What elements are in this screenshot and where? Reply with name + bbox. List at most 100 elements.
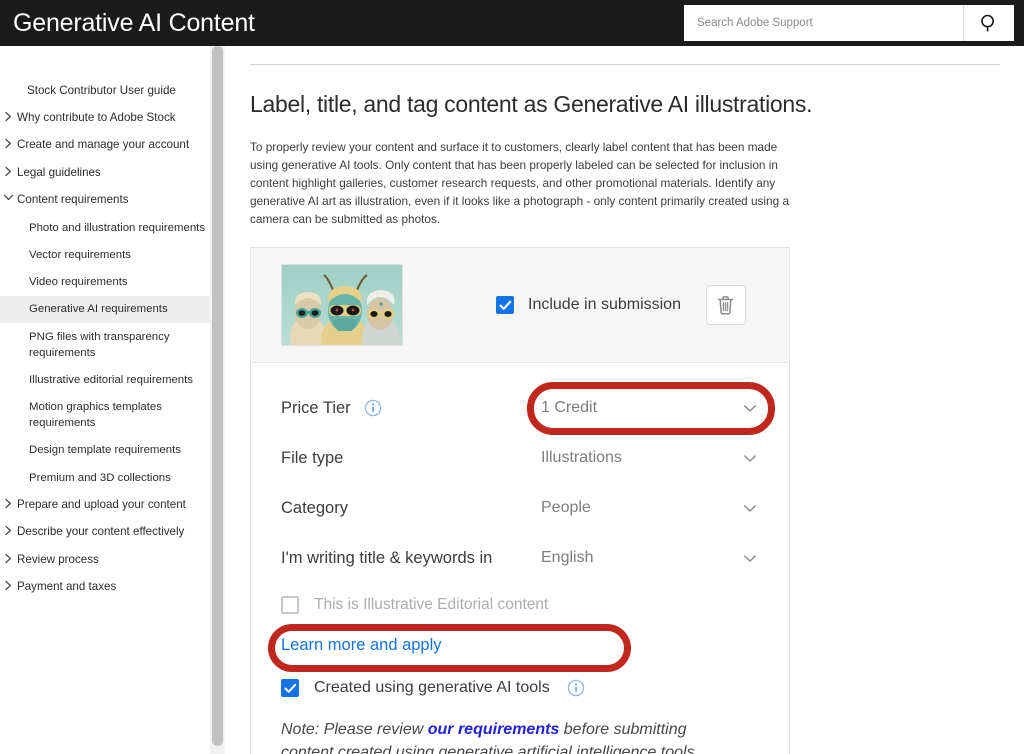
content-top-divider: [250, 64, 1000, 65]
chevron-down-icon[interactable]: [743, 504, 757, 513]
sidebar-item-label: Stock Contributor User guide: [27, 83, 176, 97]
sidebar-item-label: Content requirements: [17, 193, 129, 207]
sidebar-item-label: Payment and taxes: [17, 580, 117, 594]
sidebar-item-label: Legal guidelines: [17, 165, 101, 179]
sidebar-item-legal-guidelines[interactable]: Legal guidelines: [0, 159, 214, 186]
asset-thumbnail[interactable]: [281, 264, 403, 347]
field-label-file-type: File type: [281, 449, 541, 468]
search-bar[interactable]: [684, 5, 1014, 41]
chevron-right-icon[interactable]: [0, 110, 17, 122]
page-title: Label, title, and tag content as Generat…: [250, 91, 813, 117]
asset-card: Include in submission Price Tier 1 Credit…: [250, 247, 790, 754]
chevron-right-icon[interactable]: [0, 524, 17, 536]
chevron-down-icon: [744, 454, 756, 462]
main-content: Label, title, and tag content as Generat…: [226, 46, 1024, 754]
file-type-dropdown[interactable]: Illustrations: [541, 449, 789, 467]
asset-card-header: Include in submission: [251, 248, 789, 364]
search-input[interactable]: [684, 5, 963, 41]
sidebar-item-label: Create and manage your account: [17, 138, 190, 152]
generative-ai-checkbox[interactable]: [281, 679, 299, 698]
i-m-writing-title-keywords-in-dropdown-value: English: [541, 549, 594, 567]
illustrative-editorial-row[interactable]: This is Illustrative Editorial content: [251, 583, 789, 627]
sidebar-item-create-and-manage-your-account[interactable]: Create and manage your account: [0, 132, 214, 159]
delete-asset-button[interactable]: [705, 285, 746, 326]
sidebar-item-review-process[interactable]: Review process: [0, 546, 214, 573]
app-header: Generative AI Content: [0, 0, 1024, 46]
page-scrollbar-thumb[interactable]: [212, 46, 223, 746]
sidebar-item-payment-and-taxes[interactable]: Payment and taxes: [0, 574, 214, 601]
price-tier-dropdown[interactable]: 1 Credit: [541, 399, 789, 417]
field-row-price-tier: Price Tier 1 Credit: [251, 383, 789, 433]
page-header-title: Generative AI Content: [13, 8, 255, 37]
learn-more-and-apply-link[interactable]: Learn more and apply: [251, 636, 789, 655]
sidebar-item-motion-graphics-templates-requirements[interactable]: Motion graphics templates requirements: [0, 394, 214, 437]
sidebar-item-vector-requirements[interactable]: Vector requirements: [0, 241, 214, 268]
chevron-down-icon: [744, 554, 756, 562]
sidebar-navigation[interactable]: Stock Contributor User guide Why contribu…: [0, 46, 214, 754]
sidebar-item-label: Video requirements: [29, 276, 128, 289]
sidebar-item-content-requirements[interactable]: Content requirements: [0, 187, 214, 214]
generative-ai-checkbox-row[interactable]: Created using generative AI tools: [251, 673, 789, 703]
illustrative-editorial-label: This is Illustrative Editorial content: [314, 596, 549, 614]
chevron-down-icon[interactable]: [743, 554, 757, 563]
file-type-dropdown-value: Illustrations: [541, 449, 622, 467]
category-dropdown-value: People: [541, 499, 591, 517]
sidebar-item-illustrative-editorial-requirements[interactable]: Illustrative editorial requirements: [0, 366, 214, 393]
sidebar-item-label: Motion graphics templates requirements: [29, 401, 162, 430]
our-requirements-link[interactable]: our requirements: [428, 721, 560, 738]
note-prefix: Note: Please review: [281, 721, 428, 739]
sidebar-item-premium-and-3d-collections[interactable]: Premium and 3D collections: [0, 464, 214, 491]
chevron-right-icon[interactable]: [0, 552, 17, 564]
sidebar-item-prepare-and-upload-your-content[interactable]: Prepare and upload your content: [0, 491, 214, 518]
chevron-down-icon[interactable]: [743, 404, 757, 413]
sidebar-item-label: Review process: [17, 552, 99, 566]
chevron-right-icon[interactable]: [0, 165, 17, 177]
sidebar-item-generative-ai-requirements[interactable]: Generative AI requirements: [0, 295, 214, 324]
field-row-category: Category People: [251, 483, 789, 533]
sidebar-item-design-template-requirements[interactable]: Design template requirements: [0, 437, 214, 464]
price-tier-info-icon[interactable]: [364, 399, 382, 417]
field-label-price-tier: Price Tier: [281, 399, 541, 418]
info-icon: [567, 679, 584, 697]
asset-card-body: Price Tier 1 Credit File type Illustrations…: [251, 363, 789, 754]
field-label-text: Category: [281, 498, 348, 517]
chevron-down-icon[interactable]: [0, 192, 17, 202]
chevron-down-icon[interactable]: [743, 454, 757, 463]
sidebar-item-label: Generative AI requirements: [29, 303, 168, 316]
field-label-category: Category: [281, 499, 541, 518]
image-thumbnail-icon: [282, 265, 402, 346]
sidebar-item-label: Vector requirements: [29, 248, 131, 261]
sidebar-item-video-requirements[interactable]: Video requirements: [0, 269, 214, 296]
generative-ai-info-icon[interactable]: [567, 679, 585, 697]
generative-ai-label: Created using generative AI tools: [314, 679, 550, 697]
include-in-submission-label: Include in submission: [528, 296, 681, 314]
sidebar-item-label: Prepare and upload your content: [17, 497, 186, 511]
category-dropdown[interactable]: People: [541, 499, 789, 517]
i-m-writing-title-keywords-in-dropdown[interactable]: English: [541, 549, 789, 567]
field-row-i-m-writing-title-keywords-in: I'm writing title & keywords in English: [251, 533, 789, 583]
search-icon: [981, 14, 995, 32]
field-label-text: I'm writing title & keywords in: [281, 548, 493, 567]
sidebar-item-label: Premium and 3D collections: [29, 471, 171, 484]
sidebar-item-stock-contributor-user-guide[interactable]: Stock Contributor User guide: [0, 77, 214, 104]
sidebar-item-label: PNG files with transparency requirements: [29, 330, 170, 359]
field-label-text: Price Tier: [281, 398, 351, 417]
sidebar-item-describe-your-content-effectively[interactable]: Describe your content effectively: [0, 519, 214, 546]
sidebar-item-label: Why contribute to Adobe Stock: [17, 110, 176, 124]
sidebar-item-photo-and-illustration-requirements[interactable]: Photo and illustration requirements: [0, 214, 214, 241]
search-button[interactable]: [963, 5, 1014, 41]
chevron-right-icon[interactable]: [0, 137, 17, 149]
include-in-submission-row[interactable]: Include in submission: [496, 296, 681, 315]
chevron-down-icon: [744, 404, 756, 412]
chevron-right-icon[interactable]: [0, 579, 17, 591]
info-icon: [364, 399, 381, 417]
chevron-down-icon: [744, 504, 756, 512]
intro-paragraph: To properly review your content and surf…: [250, 140, 790, 227]
sidebar-item-why-contribute-to-adobe-stock[interactable]: Why contribute to Adobe Stock: [0, 104, 214, 131]
sidebar-item-png-files-with-transparency-requirements[interactable]: PNG files with transparency requirements: [0, 323, 214, 366]
sidebar-item-label: Describe your content effectively: [17, 525, 185, 539]
illustrative-editorial-checkbox[interactable]: [281, 596, 299, 615]
include-in-submission-checkbox[interactable]: [496, 296, 514, 315]
chevron-right-icon[interactable]: [0, 497, 17, 509]
price-tier-dropdown-value: 1 Credit: [541, 399, 598, 417]
